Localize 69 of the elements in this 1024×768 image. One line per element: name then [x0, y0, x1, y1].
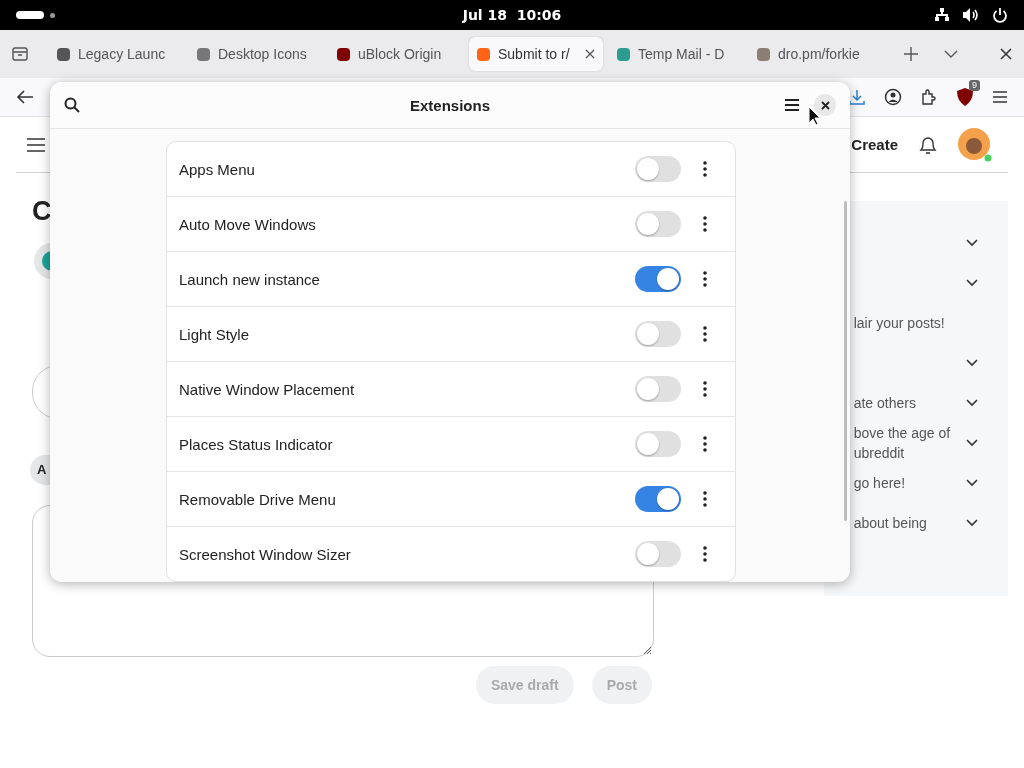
close-icon[interactable] — [1000, 48, 1012, 60]
browser-tab[interactable]: Legacy Launc — [49, 37, 183, 71]
browser-tab[interactable]: Desktop Icons — [189, 37, 323, 71]
browser-tab[interactable]: uBlock Origin — [329, 37, 463, 71]
avatar-icon[interactable] — [958, 127, 992, 162]
more-icon[interactable] — [703, 216, 707, 232]
browser-tab[interactable]: Temp Mail - D — [609, 37, 743, 71]
create-button[interactable]: Create — [851, 136, 898, 153]
more-icon[interactable] — [703, 271, 707, 287]
rule-text: ate others — [853, 394, 917, 413]
toggle-switch[interactable] — [635, 211, 681, 237]
close-button[interactable] — [814, 94, 836, 116]
browser-tab[interactable]: Submit to r/ — [469, 37, 603, 71]
toggle-switch[interactable] — [635, 541, 681, 567]
volume-icon[interactable] — [962, 7, 980, 23]
chevron-down-icon[interactable] — [966, 439, 978, 447]
power-icon[interactable] — [992, 7, 1008, 23]
search-icon[interactable] — [64, 97, 80, 113]
extensions-icon[interactable] — [920, 88, 938, 106]
toggle-switch[interactable] — [635, 431, 681, 457]
activities-indicator[interactable] — [16, 9, 55, 21]
extension-name: Apps Menu — [179, 160, 256, 178]
back-icon[interactable] — [16, 89, 34, 105]
extension-name: Auto Move Windows — [179, 215, 317, 233]
more-icon[interactable] — [703, 161, 707, 177]
more-icon[interactable] — [703, 326, 707, 342]
more-icon[interactable] — [703, 436, 707, 452]
extension-name: Native Window Placement — [179, 380, 356, 398]
toggle-switch[interactable] — [635, 266, 681, 292]
rule-text: about being — [853, 514, 928, 533]
chevron-down-icon[interactable] — [966, 479, 978, 487]
new-tab-icon[interactable] — [903, 46, 919, 62]
chevron-down-icon[interactable] — [966, 239, 978, 247]
rule-text: go here! — [853, 474, 907, 493]
extension-name: Removable Drive Menu — [179, 490, 337, 508]
menu-icon[interactable] — [26, 136, 46, 153]
tab-overview-icon[interactable] — [11, 45, 29, 63]
account-icon[interactable] — [884, 88, 902, 106]
close-icon — [820, 100, 830, 110]
more-icon[interactable] — [703, 381, 707, 397]
cursor-icon — [808, 106, 820, 126]
notification-badge: 9 — [969, 80, 980, 91]
scrollbar[interactable] — [844, 201, 847, 521]
extension-name: Places Status Indicator — [179, 435, 334, 453]
page-heading: C — [32, 195, 52, 227]
menu-icon[interactable] — [784, 98, 800, 112]
rule-text: bove the age of ubreddit — [853, 424, 952, 463]
more-icon[interactable] — [703, 491, 707, 507]
close-tab-icon[interactable] — [585, 49, 595, 59]
chevron-down-icon[interactable] — [966, 359, 978, 367]
browser-tab[interactable]: dro.pm/forkie — [749, 37, 883, 71]
extension-name: Launch new instance — [179, 270, 321, 288]
extension-name: Light Style — [179, 325, 251, 343]
chevron-down-icon[interactable] — [966, 399, 978, 407]
download-icon[interactable] — [848, 88, 866, 106]
extension-name: Screenshot Window Sizer — [179, 545, 352, 563]
network-icon[interactable] — [934, 7, 950, 23]
chevron-down-icon[interactable] — [966, 279, 978, 287]
rule-text: lair your posts! — [853, 314, 946, 333]
toggle-switch[interactable] — [635, 156, 681, 182]
dialog-title: Extensions — [410, 96, 490, 114]
shield-icon[interactable] — [956, 87, 974, 107]
chevron-down-icon[interactable] — [966, 519, 978, 527]
resize-handle-icon[interactable] — [643, 646, 651, 654]
clock[interactable]: Jul 18 10:06 — [462, 7, 562, 23]
more-icon[interactable] — [703, 546, 707, 562]
toggle-switch[interactable] — [635, 486, 681, 512]
toggle-switch[interactable] — [635, 321, 681, 347]
toggle-switch[interactable] — [635, 376, 681, 402]
